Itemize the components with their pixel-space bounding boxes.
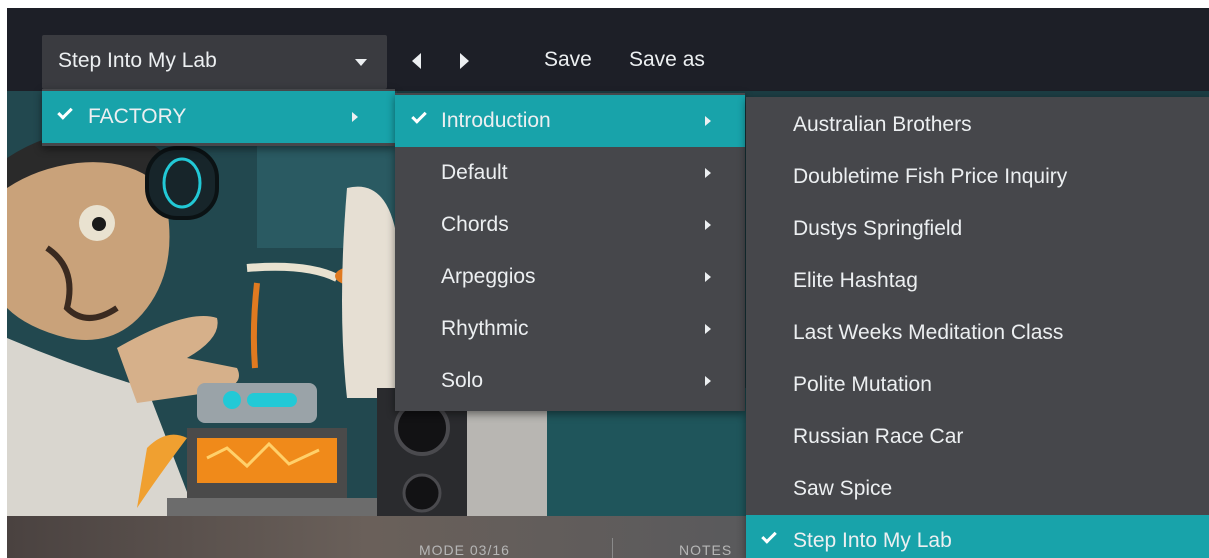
- menu-item-chords[interactable]: Chords: [395, 199, 745, 251]
- menu-item-label: Dustys Springfield: [793, 217, 963, 240]
- submenu-arrow-icon: [705, 324, 711, 334]
- menu-item-solo[interactable]: Solo: [395, 355, 745, 407]
- preset-dropdown[interactable]: Step Into My Lab: [42, 35, 387, 89]
- preset-menu: Australian Brothers Doubletime Fish Pric…: [746, 97, 1209, 558]
- preset-item[interactable]: Australian Brothers: [746, 99, 1209, 151]
- next-preset-button[interactable]: [453, 48, 475, 74]
- caret-down-icon: [355, 59, 367, 66]
- menu-item-label: Australian Brothers: [793, 113, 972, 136]
- notes-label: NOTES: [679, 542, 733, 558]
- menu-item-label: Introduction: [441, 109, 551, 132]
- menu-item-label: Doubletime Fish Price Inquiry: [793, 165, 1068, 188]
- preset-item-selected[interactable]: Step Into My Lab: [746, 515, 1209, 558]
- submenu-arrow-icon: [705, 376, 711, 386]
- top-toolbar: Step Into My Lab Save Save as: [7, 8, 1209, 91]
- bank-menu: FACTORY: [42, 89, 395, 146]
- save-as-button[interactable]: Save as: [629, 48, 705, 72]
- triangle-right-icon: [460, 53, 469, 69]
- save-button[interactable]: Save: [544, 48, 592, 72]
- submenu-arrow-icon: [705, 272, 711, 282]
- menu-item-label: Default: [441, 161, 508, 184]
- menu-item-label: Solo: [441, 369, 484, 392]
- menu-item-label: Elite Hashtag: [793, 269, 918, 292]
- menu-item-label: Rhythmic: [441, 317, 529, 340]
- menu-item-introduction[interactable]: Introduction: [395, 95, 745, 147]
- submenu-arrow-icon: [352, 112, 358, 122]
- menu-item-rhythmic[interactable]: Rhythmic: [395, 303, 745, 355]
- menu-item-label: Russian Race Car: [793, 425, 964, 448]
- preset-item[interactable]: Elite Hashtag: [746, 255, 1209, 307]
- menu-item-arpeggios[interactable]: Arpeggios: [395, 251, 745, 303]
- menu-item-label: FACTORY: [88, 105, 187, 128]
- mode-readout: MODE 03/16: [419, 542, 510, 558]
- menu-item-label: Step Into My Lab: [793, 529, 952, 552]
- submenu-arrow-icon: [705, 220, 711, 230]
- menu-item-default[interactable]: Default: [395, 147, 745, 199]
- checkmark-icon: [57, 104, 73, 120]
- checkmark-icon: [411, 108, 427, 124]
- app-window: MODE 03/16 NOTES Step Into My Lab Save S…: [7, 8, 1209, 558]
- menu-item-label: Saw Spice: [793, 477, 893, 500]
- preset-item[interactable]: Polite Mutation: [746, 359, 1209, 411]
- menu-item-factory[interactable]: FACTORY: [42, 91, 395, 143]
- preset-item[interactable]: Russian Race Car: [746, 411, 1209, 463]
- submenu-arrow-icon: [705, 116, 711, 126]
- menu-item-label: Last Weeks Meditation Class: [793, 321, 1064, 344]
- bottom-separator: [612, 538, 613, 558]
- preset-item[interactable]: Last Weeks Meditation Class: [746, 307, 1209, 359]
- category-menu: Introduction Default Chords Arpeggios Rh…: [395, 93, 745, 411]
- menu-item-label: Arpeggios: [441, 265, 536, 288]
- menu-item-label: Polite Mutation: [793, 373, 932, 396]
- preset-item[interactable]: Doubletime Fish Price Inquiry: [746, 151, 1209, 203]
- preset-item[interactable]: Saw Spice: [746, 463, 1209, 515]
- preset-name: Step Into My Lab: [58, 49, 217, 72]
- previous-preset-button[interactable]: [407, 48, 429, 74]
- menu-item-label: Chords: [441, 213, 509, 236]
- submenu-arrow-icon: [705, 168, 711, 178]
- preset-item[interactable]: Dustys Springfield: [746, 203, 1209, 255]
- triangle-left-icon: [412, 53, 421, 69]
- checkmark-icon: [761, 528, 777, 544]
